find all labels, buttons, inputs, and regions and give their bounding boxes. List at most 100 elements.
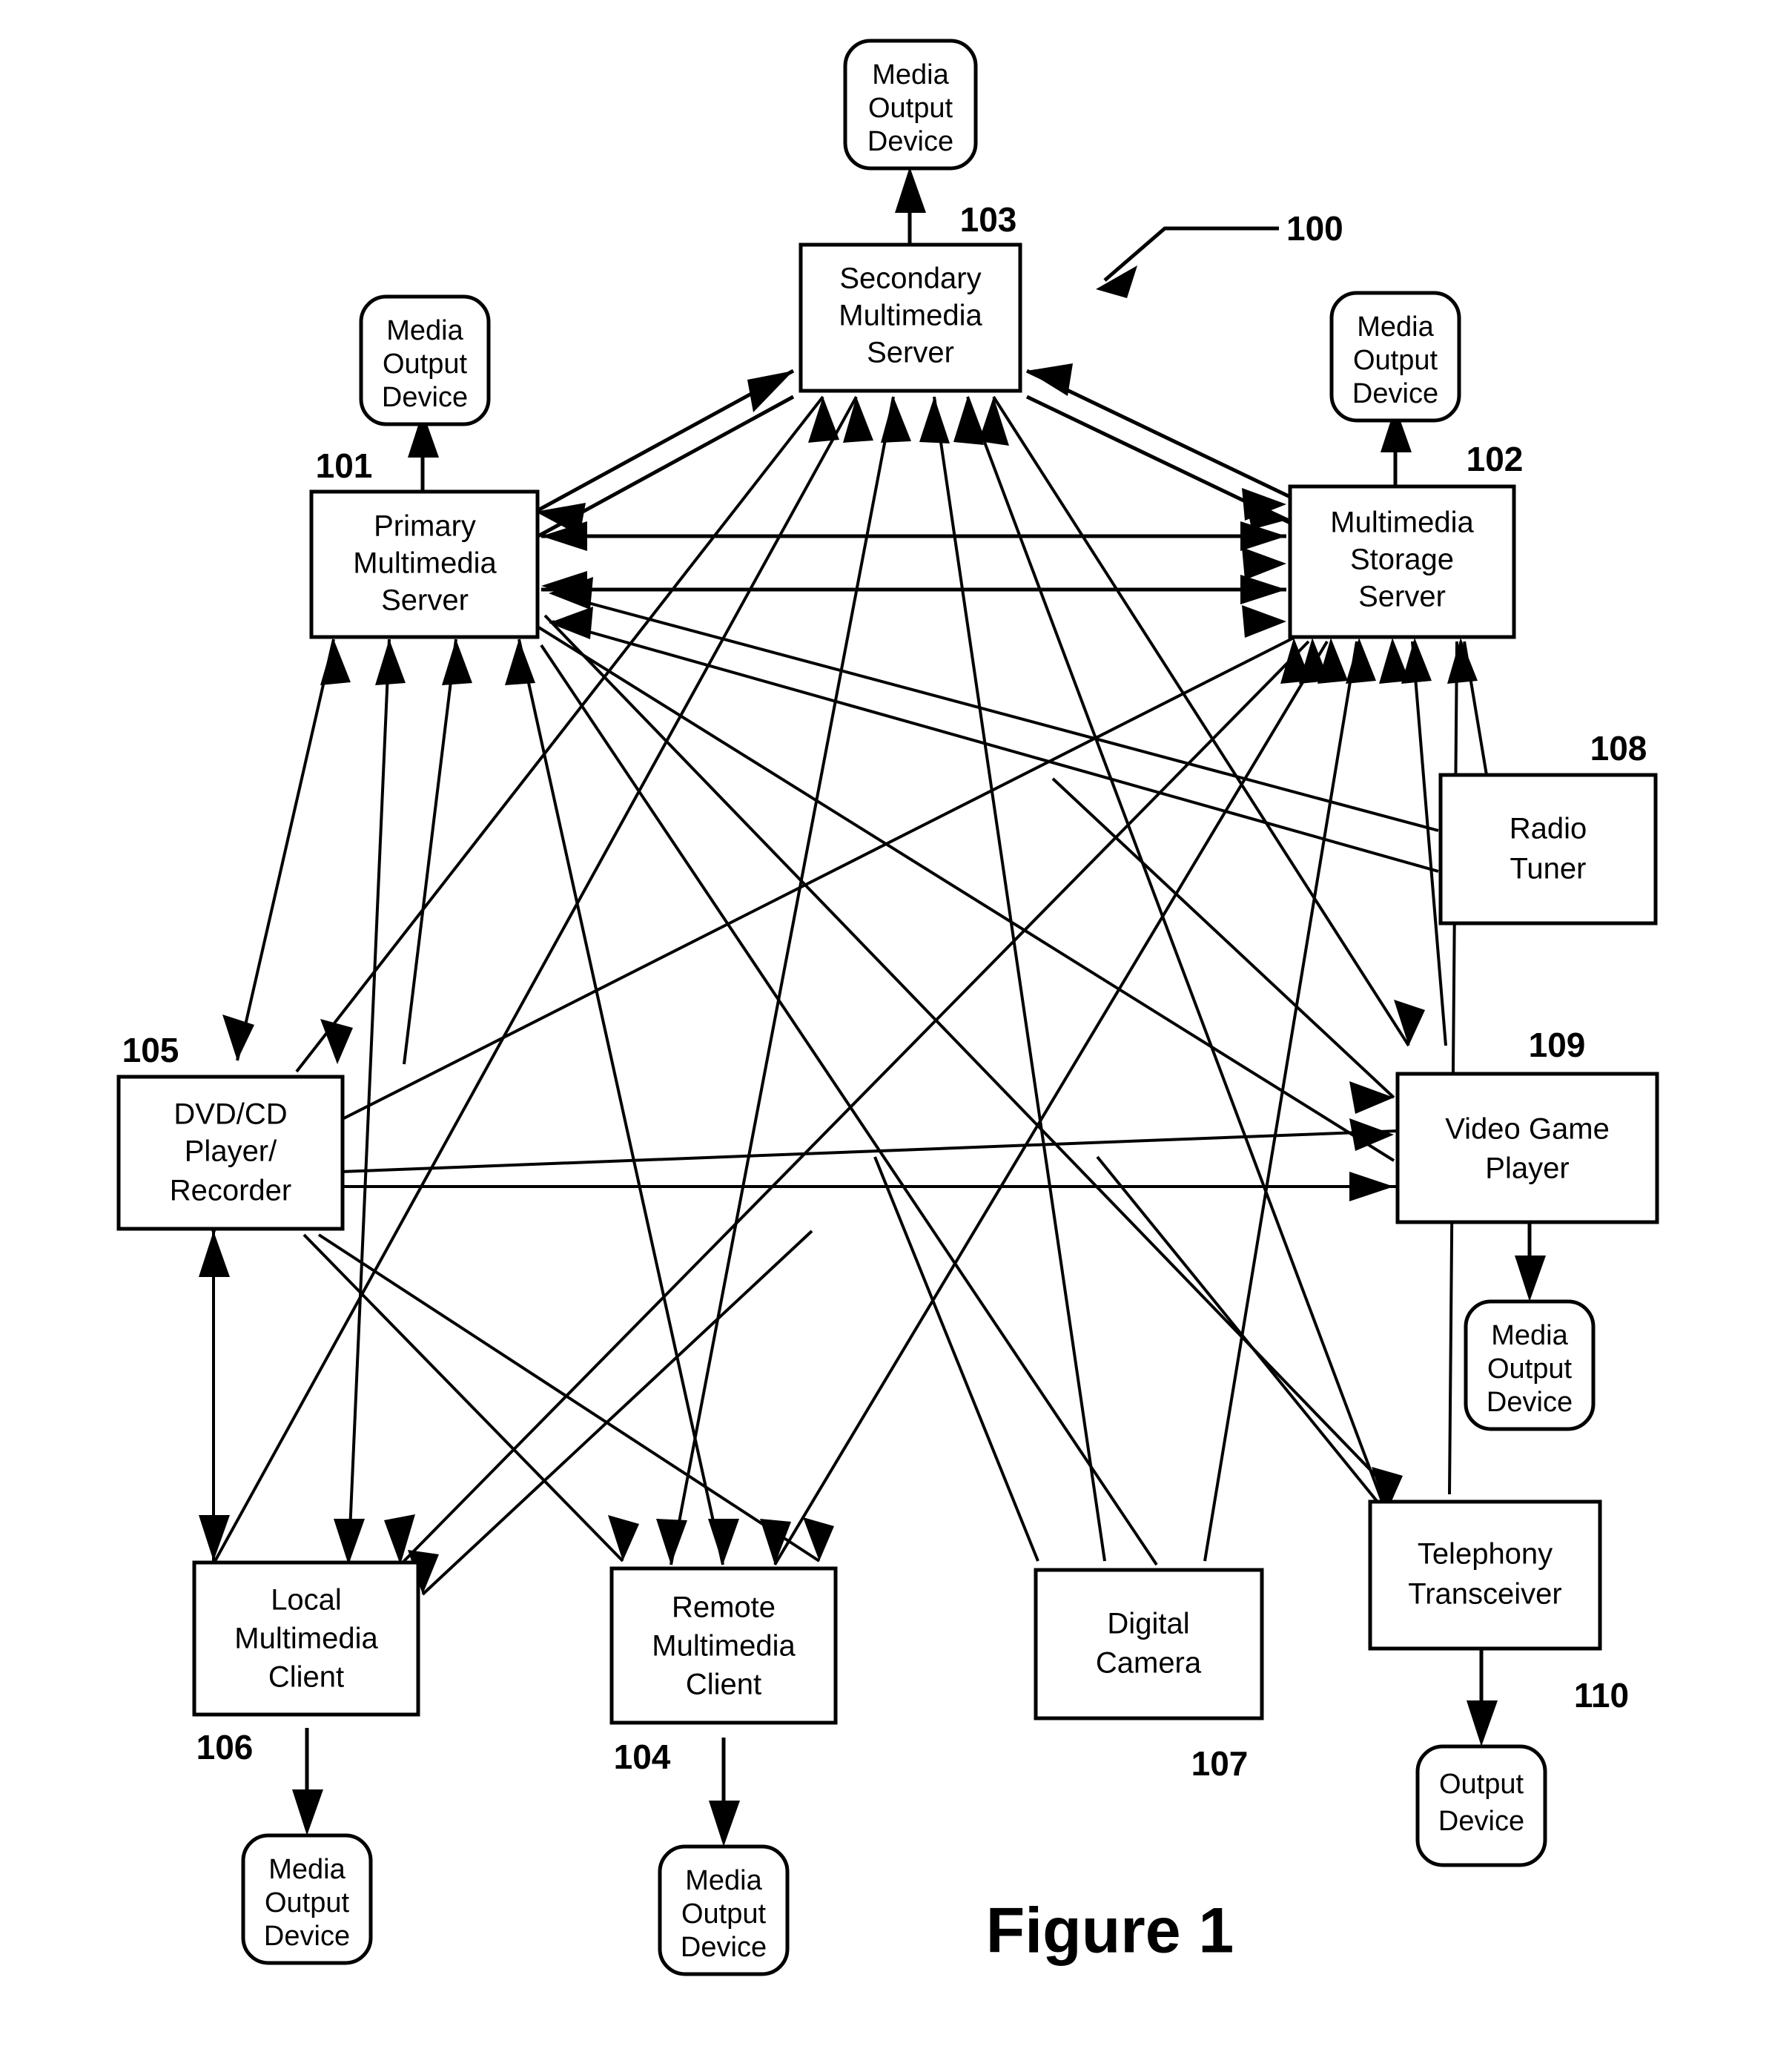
node-line: Media [1357, 311, 1434, 343]
node-line: Output [868, 93, 953, 124]
node-line: Player [1485, 1152, 1569, 1185]
node-line: Device [867, 126, 953, 157]
arrowhead-sec-from-stor [1027, 363, 1073, 396]
node-shape [1395, 1072, 1659, 1224]
arrowhead-stor-in-4 [1346, 638, 1376, 684]
arrowhead-remote-in-4 [760, 1519, 791, 1565]
node-line: Device [681, 1932, 767, 1963]
figure-caption: Figure 1 [986, 1895, 1234, 1967]
arrowhead-stor-in-7 [1447, 638, 1478, 684]
node-line: Remote [672, 1591, 776, 1624]
arrowhead-local-in-2 [334, 1519, 365, 1565]
arrowhead-game-in-4 [1349, 1172, 1394, 1201]
ref-number-104: 104 [614, 1738, 671, 1776]
arrowhead-stor-left-3 [1242, 605, 1286, 638]
link-dvd-prim [403, 639, 457, 1065]
node-line: Device [264, 1921, 350, 1952]
ref-number-103: 103 [960, 200, 1017, 239]
node-line: Multimedia [234, 1623, 378, 1655]
arrowhead-dvd-in-2 [320, 1019, 353, 1064]
node-line: Local [271, 1584, 342, 1617]
arrowhead-prim-in-6 [549, 607, 593, 639]
node-line: Device [1487, 1387, 1573, 1418]
link-prim-camera [540, 644, 1158, 1566]
node-video-game-player: Video Game Player 109 [1395, 1026, 1659, 1224]
node-media-output-device-secondary: Media Output Device [843, 39, 978, 171]
node-line: Multimedia [652, 1630, 796, 1663]
arrowhead-sec-in-3 [881, 397, 911, 443]
node-radio-tuner: Radio Tuner 108 [1438, 729, 1658, 925]
node-line: Device [1352, 378, 1438, 409]
node-line: Camera [1096, 1647, 1202, 1680]
node-line: Radio [1510, 813, 1587, 845]
node-line: Server [867, 337, 954, 369]
ref-number-100: 100 [1286, 209, 1343, 248]
link-prim-game [536, 625, 1395, 1162]
node-line: Multimedia [1330, 507, 1474, 539]
diagram-canvas: Media Output Device Secondary Multimedia… [116, 39, 1659, 1976]
node-line: Tuner [1510, 853, 1586, 885]
ref-number-106: 106 [196, 1728, 254, 1766]
node-shape [1438, 773, 1658, 925]
node-line: Media [268, 1854, 345, 1885]
link-dvd-remote2 [317, 1233, 821, 1563]
arrowhead-stor-from-prim [1240, 575, 1286, 604]
ref-number-102: 102 [1467, 440, 1524, 478]
node-line: Telephony [1418, 1538, 1553, 1571]
ref-number-107: 107 [1191, 1744, 1249, 1783]
ref-number-105: 105 [122, 1031, 179, 1069]
arrowhead-remote-in-3 [708, 1519, 739, 1565]
arrowhead-remote-in-1 [608, 1515, 639, 1561]
arrowhead-sec-in-4 [919, 397, 950, 443]
link-sec-camera [933, 396, 1106, 1562]
link-game-up [1051, 777, 1395, 1099]
node-media-output-device-local: Media Output Device [241, 1833, 373, 1965]
link-prim-dvd-in [236, 639, 335, 1061]
link-stor-local [399, 640, 1310, 1566]
node-output-device-telephony: Output Device 110 [1415, 1676, 1629, 1867]
ref-number-110: 110 [1574, 1676, 1629, 1715]
arrowhead-prim-in-4 [505, 639, 535, 685]
node-shape [1034, 1568, 1264, 1720]
node-line: Media [386, 315, 463, 346]
ref-number-109: 109 [1529, 1026, 1586, 1064]
arrowhead-sec-from-prim [747, 371, 793, 412]
node-multimedia-storage-server: Multimedia Storage Server 102 [1288, 440, 1524, 639]
node-line: Secondary [839, 263, 981, 295]
arrowhead-game-in-2 [1349, 1081, 1394, 1114]
node-line: Client [686, 1669, 761, 1701]
arrowhead-sec-in-5 [953, 397, 984, 445]
node-telephony-transceiver: Telephony Transceiver [1368, 1499, 1602, 1651]
node-line: Video Game [1445, 1113, 1610, 1146]
node-line: Recorder [170, 1175, 292, 1207]
arrowhead-stor-in-6 [1401, 638, 1432, 684]
arrowhead-local-in-1 [199, 1515, 230, 1561]
node-line: Output [1439, 1769, 1524, 1800]
node-line: Media [1491, 1320, 1568, 1351]
node-line: Digital [1107, 1608, 1189, 1640]
arrowhead-sec-in-2 [843, 397, 873, 443]
node-line: Media [872, 59, 949, 90]
node-line: Output [681, 1898, 767, 1930]
node-line: Server [381, 584, 469, 617]
node-line: Multimedia [839, 300, 982, 332]
arrowhead-prim-in-2 [375, 639, 406, 685]
arrowhead-sec-in-1 [808, 397, 839, 443]
node-line: Output [265, 1887, 350, 1918]
node-shape [1368, 1499, 1602, 1651]
arrowhead-stor-in-3 [1317, 638, 1348, 684]
node-line: Media [685, 1865, 762, 1896]
node-line: Transceiver [1408, 1578, 1561, 1611]
link-sec-remote [669, 396, 895, 1565]
node-line: Server [1358, 581, 1446, 613]
node-line: Output [1487, 1353, 1573, 1385]
ref-number-101: 101 [316, 446, 373, 485]
node-media-output-device-primary: Media Output Device [359, 294, 491, 426]
arrowhead-sec-in-6 [979, 397, 1009, 446]
node-line: Device [382, 382, 468, 413]
arrowhead-dvd-down [199, 1231, 230, 1277]
node-line: Primary [374, 510, 476, 543]
node-line: Player/ [185, 1135, 277, 1168]
ref-number-108: 108 [1590, 729, 1647, 768]
arrowhead-dvd-in-1 [222, 1014, 254, 1060]
